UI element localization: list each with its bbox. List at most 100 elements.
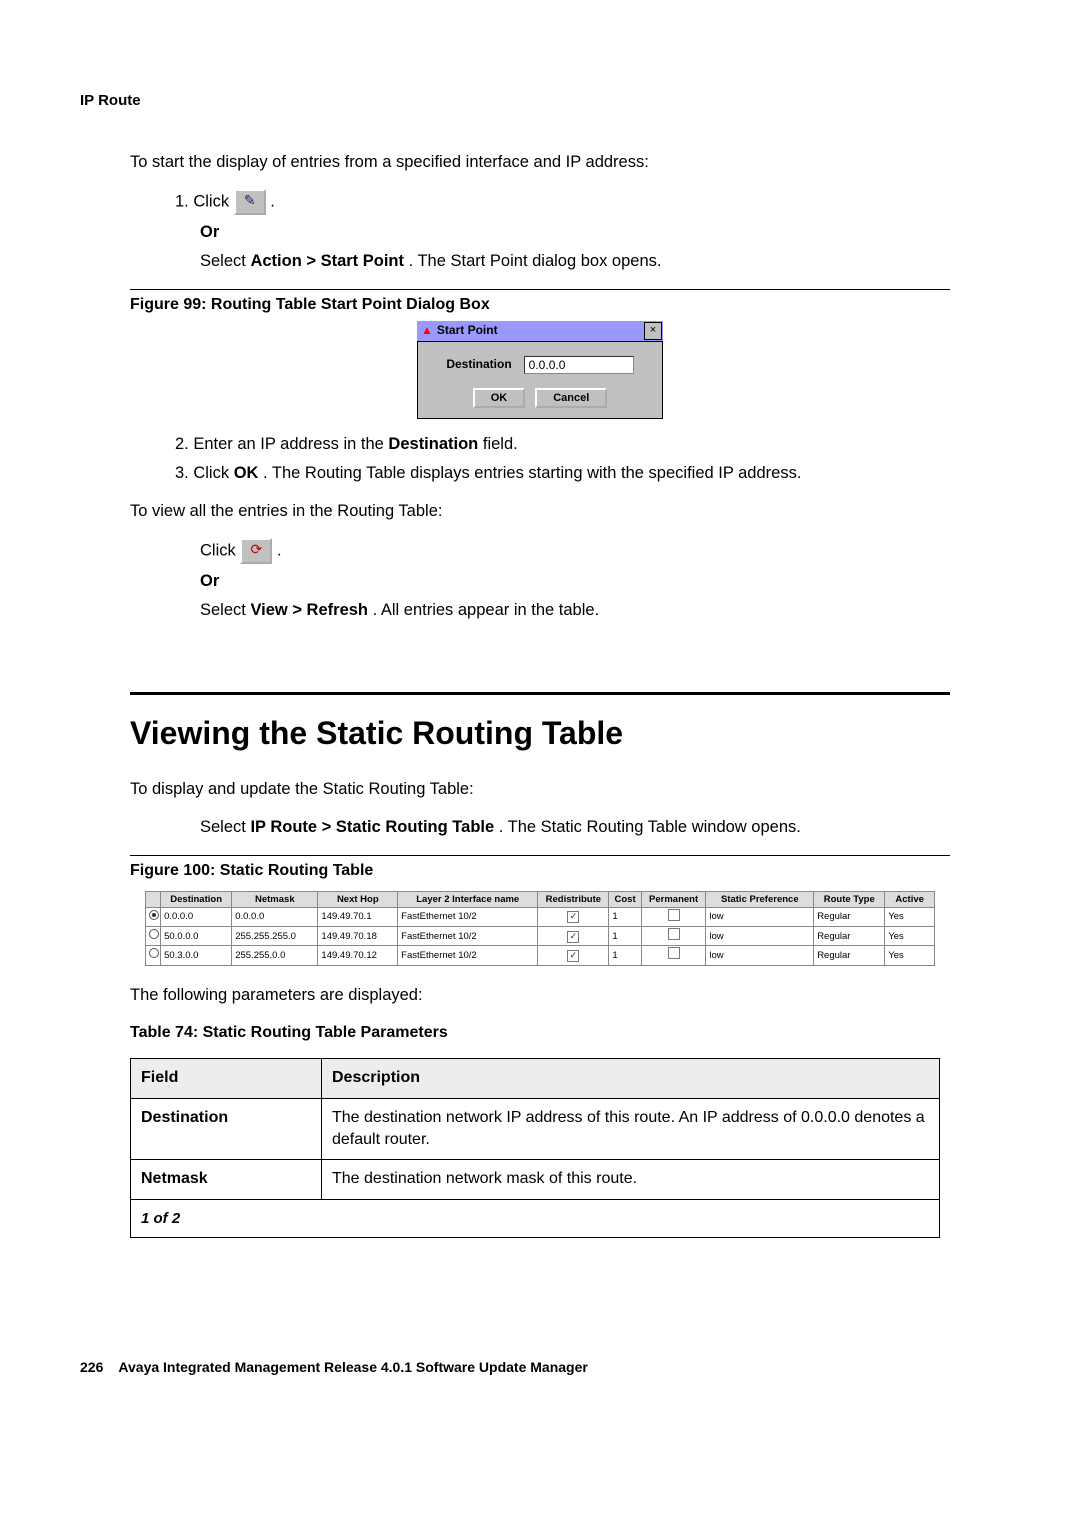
step-1b-suffix: . The Start Point dialog box opens. — [409, 252, 662, 270]
table-pagination-row: 1 of 2 — [131, 1199, 940, 1237]
cell-active: Yes — [885, 907, 935, 926]
permanent-checkbox[interactable] — [668, 947, 680, 959]
table-row: Destination The destination network IP a… — [131, 1098, 940, 1160]
srt-col-radio — [146, 891, 161, 907]
srt-col-pref: Static Preference — [706, 891, 814, 907]
cell-pref: low — [706, 946, 814, 965]
destination-input[interactable] — [524, 356, 634, 374]
cell-dest: 0.0.0.0 — [161, 907, 232, 926]
step-3-suffix: . The Routing Table displays entries sta… — [263, 464, 801, 482]
cell-cost: 1 — [609, 907, 641, 926]
menu-path-view-refresh: View > Refresh — [250, 601, 368, 619]
refresh-icon[interactable]: ⟳ — [240, 538, 272, 564]
page-number: 226 — [80, 1359, 103, 1375]
refresh-b-suffix: . All entries appear in the table. — [373, 601, 600, 619]
refresh-b-prefix: Select — [200, 601, 250, 619]
row-radio[interactable] — [149, 948, 159, 958]
or-label-2: Or — [200, 570, 1000, 593]
step-1b-prefix: Select — [200, 252, 250, 270]
nav-step: Select IP Route > Static Routing Table .… — [200, 816, 1000, 839]
cell-active: Yes — [885, 927, 935, 946]
destination-field-ref: Destination — [388, 435, 478, 453]
srt-col-type: Route Type — [814, 891, 885, 907]
start-point-icon[interactable]: ✎ — [234, 189, 266, 215]
cell-pref: low — [706, 927, 814, 946]
srt-col-hop: Next Hop — [318, 891, 398, 907]
static-routing-table: Destination Netmask Next Hop Layer 2 Int… — [145, 891, 935, 966]
menu-path-action-start: Action > Start Point — [250, 252, 404, 270]
srt-col-mask: Netmask — [232, 891, 318, 907]
table-row[interactable]: 50.0.0.0255.255.255.0149.49.70.18FastEth… — [146, 927, 935, 946]
section-divider — [130, 692, 950, 695]
param-desc: The destination network mask of this rou… — [322, 1160, 940, 1199]
page-header-section: IP Route — [80, 90, 1000, 111]
start-point-dialog: ▲ Start Point × Destination OK Cancel — [417, 321, 663, 419]
params-table: Field Description Destination The destin… — [130, 1058, 940, 1238]
cell-hop: 149.49.70.1 — [318, 907, 398, 926]
cell-if: FastEthernet 10/2 — [398, 927, 538, 946]
row-radio[interactable] — [149, 929, 159, 939]
dialog-app-icon: ▲ — [417, 322, 437, 339]
cell-mask: 255.255.255.0 — [232, 927, 318, 946]
srt-col-redis: Redistribute — [538, 891, 609, 907]
destination-label: Destination — [446, 356, 511, 373]
param-field: Destination — [131, 1098, 322, 1160]
redistribute-checkbox[interactable]: ✓ — [567, 911, 579, 923]
refresh-prefix: Click — [200, 541, 240, 559]
srt-col-cost: Cost — [609, 891, 641, 907]
step-1b: Select Action > Start Point . The Start … — [200, 250, 1000, 273]
step-2-suffix: field. — [483, 435, 518, 453]
cell-mask: 255.255.0.0 — [232, 946, 318, 965]
srt-col-if: Layer 2 Interface name — [398, 891, 538, 907]
cell-hop: 149.49.70.18 — [318, 927, 398, 946]
step-3-prefix: 3. Click — [175, 464, 234, 482]
cell-pref: low — [706, 907, 814, 926]
intro-text-2: To view all the entries in the Routing T… — [130, 500, 1000, 523]
param-field: Netmask — [131, 1160, 322, 1199]
param-desc: The destination network IP address of th… — [322, 1098, 940, 1160]
step-1-suffix: . — [270, 192, 275, 210]
cell-mask: 0.0.0.0 — [232, 907, 318, 926]
step-2-prefix: 2. Enter an IP address in the — [175, 435, 388, 453]
ok-button[interactable]: OK — [473, 388, 526, 408]
intro-text-3: To display and update the Static Routing… — [130, 778, 1000, 801]
cell-type: Regular — [814, 927, 885, 946]
cancel-button[interactable]: Cancel — [535, 388, 607, 408]
dialog-title: Start Point — [437, 322, 644, 339]
table-row[interactable]: 50.3.0.0255.255.0.0149.49.70.12FastEther… — [146, 946, 935, 965]
page-of-indicator: 1 of 2 — [131, 1199, 940, 1237]
figure-100-caption: Figure 100: Static Routing Table — [130, 860, 1000, 882]
intro-text-1: To start the display of entries from a s… — [130, 151, 1000, 174]
redistribute-checkbox[interactable]: ✓ — [567, 931, 579, 943]
nav-prefix: Select — [200, 818, 250, 836]
row-radio[interactable] — [149, 910, 159, 920]
or-label-1: Or — [200, 221, 1000, 244]
page-footer: 226 Avaya Integrated Management Release … — [80, 1358, 1000, 1378]
cell-dest: 50.0.0.0 — [161, 927, 232, 946]
permanent-checkbox[interactable] — [668, 928, 680, 940]
cell-type: Regular — [814, 946, 885, 965]
permanent-checkbox[interactable] — [668, 909, 680, 921]
srt-header-row: Destination Netmask Next Hop Layer 2 Int… — [146, 891, 935, 907]
step-2: 2. Enter an IP address in the Destinatio… — [175, 433, 1000, 456]
figure-100-rule — [130, 855, 950, 856]
dialog-body: Destination OK Cancel — [417, 341, 663, 419]
table-row[interactable]: 0.0.0.00.0.0.0149.49.70.1FastEthernet 10… — [146, 907, 935, 926]
product-name: Avaya Integrated Management Release 4.0.… — [118, 1359, 587, 1375]
figure-99-caption: Figure 99: Routing Table Start Point Dia… — [130, 294, 1000, 316]
params-col-field: Field — [131, 1059, 322, 1098]
cell-if: FastEthernet 10/2 — [398, 907, 538, 926]
refresh-step-b: Select View > Refresh . All entries appe… — [200, 599, 1000, 622]
menu-path-ip-route: IP Route > Static Routing Table — [250, 818, 494, 836]
cell-type: Regular — [814, 907, 885, 926]
params-col-desc: Description — [322, 1059, 940, 1098]
cell-if: FastEthernet 10/2 — [398, 946, 538, 965]
cell-cost: 1 — [609, 946, 641, 965]
srt-col-active: Active — [885, 891, 935, 907]
static-routing-table-figure: Destination Netmask Next Hop Layer 2 Int… — [145, 891, 935, 966]
cell-dest: 50.3.0.0 — [161, 946, 232, 965]
table-74-caption: Table 74: Static Routing Table Parameter… — [130, 1022, 1000, 1044]
redistribute-checkbox[interactable]: ✓ — [567, 950, 579, 962]
step-1-prefix: 1. Click — [175, 192, 234, 210]
close-icon[interactable]: × — [644, 322, 662, 340]
